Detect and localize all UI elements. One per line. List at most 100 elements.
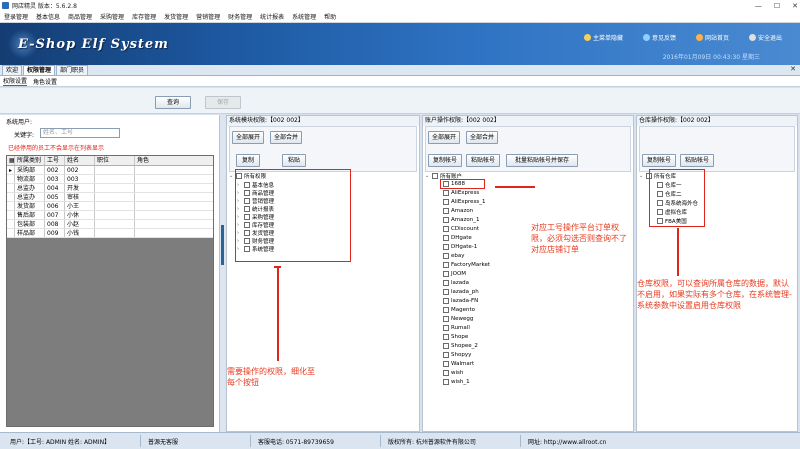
panel-splitter[interactable] xyxy=(220,115,225,432)
menu-item-basic-info[interactable]: 基本信息 xyxy=(36,12,60,21)
checkbox[interactable] xyxy=(432,173,438,179)
checkbox[interactable] xyxy=(443,289,449,295)
expand-all-button[interactable]: 全部展开 xyxy=(232,131,264,144)
menu-item-marketing[interactable]: 营销管理 xyxy=(196,12,220,21)
maximize-icon[interactable]: ☐ xyxy=(774,2,780,10)
tab-welcome[interactable]: 欢迎 xyxy=(2,65,23,75)
checkbox[interactable] xyxy=(443,190,449,196)
checkbox[interactable] xyxy=(443,208,449,214)
checkbox[interactable] xyxy=(443,199,449,205)
table-row[interactable]: 售后部 007 小休 xyxy=(7,211,213,220)
account-node[interactable]: AliExpress xyxy=(443,190,479,196)
column-header[interactable]: 所属类别 xyxy=(15,156,45,165)
account-node[interactable]: wish xyxy=(443,370,463,376)
collapse-arrow-icon[interactable]: ⌄ xyxy=(425,173,430,179)
checkbox[interactable] xyxy=(443,343,449,349)
table-row[interactable]: 样品部 009 小钱 xyxy=(7,229,213,238)
account-node[interactable]: lazada xyxy=(443,280,469,286)
table-row[interactable]: 发货部 006 小王 xyxy=(7,202,213,211)
column-header[interactable]: 职位 xyxy=(95,156,135,165)
account-node[interactable]: ebay xyxy=(443,253,465,259)
tab-role-settings[interactable]: 角色设置 xyxy=(33,77,57,86)
copy-button[interactable]: 复制 xyxy=(236,154,260,167)
batch-paste-save-button[interactable]: 批量粘贴帐号并保存 xyxy=(506,154,578,167)
menu-item-goods[interactable]: 商品管理 xyxy=(68,12,92,21)
column-header[interactable]: 角色 xyxy=(135,156,213,165)
account-node[interactable]: Amazon_1 xyxy=(443,217,479,223)
tab-permission-settings[interactable]: 权限设置 xyxy=(3,76,28,86)
collapse-all-button[interactable]: 全部合并 xyxy=(466,131,498,144)
column-header[interactable]: 工号 xyxy=(45,156,65,165)
checkbox[interactable] xyxy=(443,370,449,376)
checkbox[interactable] xyxy=(443,361,449,367)
account-node[interactable]: FactoryMarket xyxy=(443,262,490,268)
account-node[interactable]: Rumall xyxy=(443,325,470,331)
collapse-all-button[interactable]: 全部合并 xyxy=(270,131,302,144)
hide-menu-link[interactable]: 主菜单隐藏 xyxy=(583,33,623,42)
homepage-link[interactable]: 网站首页 xyxy=(695,33,729,42)
minimize-icon[interactable]: — xyxy=(755,2,762,10)
table-row[interactable]: 总监办 005 审核 xyxy=(7,193,213,202)
save-button[interactable]: 保存 xyxy=(205,96,241,109)
menu-item-shipping[interactable]: 发货管理 xyxy=(164,12,188,21)
paste-button[interactable]: 粘贴 xyxy=(282,154,306,167)
account-node[interactable]: CDiscount xyxy=(443,226,479,232)
checkbox[interactable] xyxy=(443,325,449,331)
checkbox[interactable] xyxy=(443,334,449,340)
table-row[interactable]: 物流部 003 003 xyxy=(7,175,213,184)
paste-account-button[interactable]: 粘贴帐号 xyxy=(680,154,714,167)
account-node[interactable]: lazada_ph xyxy=(443,289,479,295)
checkbox[interactable] xyxy=(443,379,449,385)
account-node[interactable]: DHgate xyxy=(443,235,472,241)
menu-item-reports[interactable]: 统计报表 xyxy=(260,12,284,21)
account-node[interactable]: wish_1 xyxy=(443,379,470,385)
account-node[interactable]: Amazon xyxy=(443,208,473,214)
checkbox[interactable] xyxy=(443,244,449,250)
checkbox[interactable] xyxy=(443,226,449,232)
menu-item-login[interactable]: 登录管理 xyxy=(4,12,28,21)
account-node[interactable]: Magento xyxy=(443,307,475,313)
close-tab-icon[interactable]: ✕ xyxy=(789,66,797,74)
splitter-handle[interactable] xyxy=(221,225,224,265)
checkbox[interactable] xyxy=(443,316,449,322)
checkbox[interactable] xyxy=(443,217,449,223)
tab-permission-management[interactable]: 权限管理 xyxy=(23,65,56,75)
account-node[interactable]: Newegg xyxy=(443,316,473,322)
account-node[interactable]: AliExpress_1 xyxy=(443,199,486,205)
checkbox[interactable] xyxy=(443,262,449,268)
copy-account-button[interactable]: 复制帐号 xyxy=(642,154,676,167)
website[interactable]: 网址: http://www.allroot.cn xyxy=(528,437,606,446)
menu-item-system[interactable]: 系统管理 xyxy=(292,12,316,21)
query-button[interactable]: 查询 xyxy=(155,96,191,109)
account-node[interactable]: JOOM xyxy=(443,271,466,277)
checkbox[interactable] xyxy=(443,271,449,277)
collapse-arrow-icon[interactable]: ⌄ xyxy=(639,173,644,179)
menu-item-inventory[interactable]: 库存管理 xyxy=(132,12,156,21)
account-node[interactable]: Shopee_2 xyxy=(443,343,478,349)
paste-account-button[interactable]: 粘贴帐号 xyxy=(466,154,500,167)
checkbox[interactable] xyxy=(443,235,449,241)
table-row[interactable]: ▸ 采购部 002 002 xyxy=(7,166,213,175)
menu-item-help[interactable]: 帮助 xyxy=(324,12,336,21)
account-node[interactable]: Walmart xyxy=(443,361,474,367)
close-icon[interactable]: ✕ xyxy=(792,2,798,10)
checkbox[interactable] xyxy=(443,280,449,286)
table-row[interactable]: 总监办 004 开发 xyxy=(7,184,213,193)
menu-item-purchase[interactable]: 采购管理 xyxy=(100,12,124,21)
collapse-arrow-icon[interactable]: ⌄ xyxy=(229,173,234,179)
account-node[interactable]: DHgate-1 xyxy=(443,244,477,250)
checkbox[interactable] xyxy=(443,307,449,313)
exit-link[interactable]: 安全退出 xyxy=(748,33,782,42)
checkbox[interactable] xyxy=(443,298,449,304)
keyword-input[interactable]: 姓名、工号 xyxy=(40,128,120,138)
copy-account-button[interactable]: 复制帐号 xyxy=(428,154,462,167)
checkbox[interactable] xyxy=(443,352,449,358)
checkbox[interactable] xyxy=(443,253,449,259)
table-row[interactable]: 包装部 008 小赵 xyxy=(7,220,213,229)
account-node[interactable]: lazada-FN xyxy=(443,298,478,304)
tab-department-staff[interactable]: 部门职员 xyxy=(56,65,89,75)
column-header[interactable]: 姓名 xyxy=(65,156,95,165)
expand-all-button[interactable]: 全部展开 xyxy=(428,131,460,144)
feedback-link[interactable]: 意见反馈 xyxy=(642,33,676,42)
account-node[interactable]: Shope xyxy=(443,334,468,340)
